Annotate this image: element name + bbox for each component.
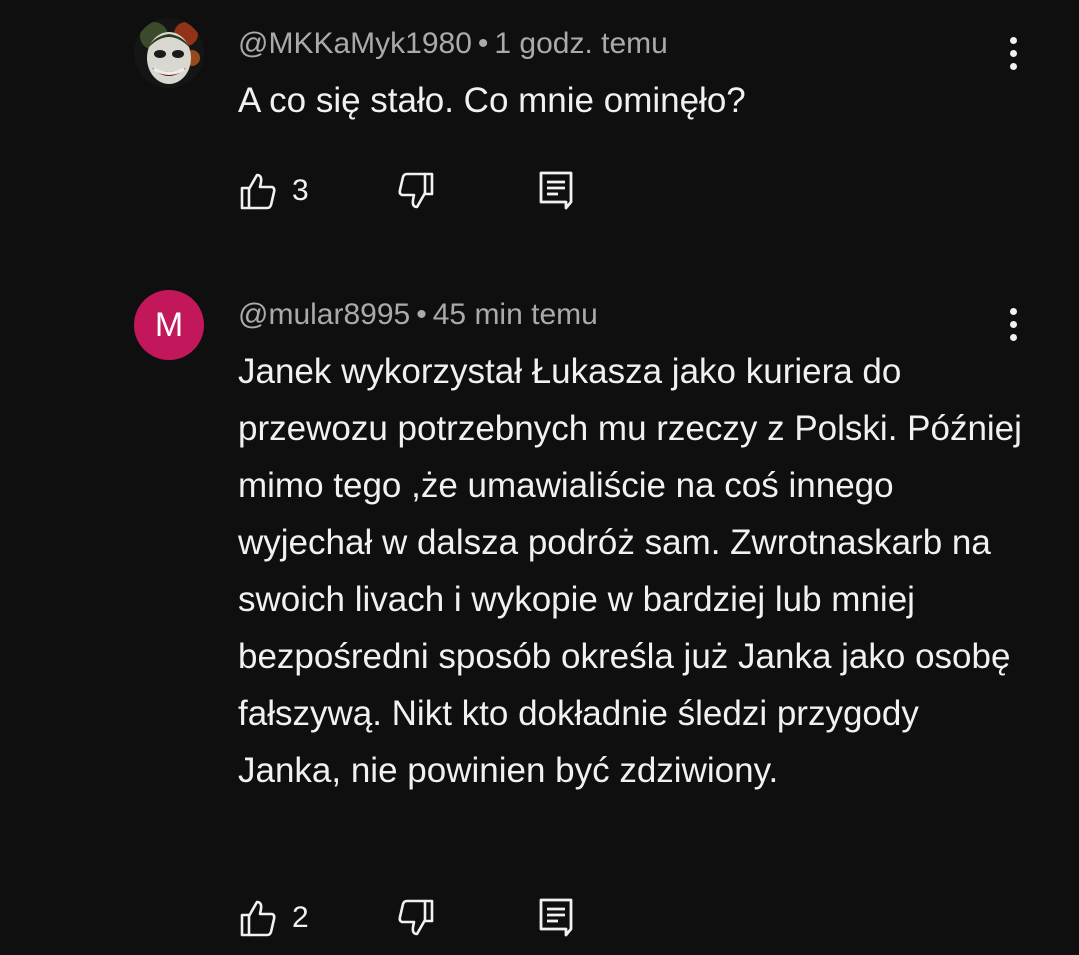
- dot: [1009, 49, 1017, 57]
- meta-separator: •: [477, 27, 489, 60]
- like-count: 3: [292, 174, 309, 207]
- comment-actions: 3: [238, 169, 598, 213]
- comment-time: 45 min temu: [432, 298, 598, 331]
- dislike-button[interactable]: [396, 896, 436, 940]
- dot: [1009, 62, 1017, 70]
- dot: [1009, 36, 1017, 44]
- reply-comment-icon: [539, 171, 573, 210]
- reply-button[interactable]: [538, 169, 576, 213]
- comment-text: A co się stało. Co mnie ominęło?: [238, 81, 746, 120]
- like-button[interactable]: 3: [238, 169, 309, 213]
- joker-face-icon: [134, 18, 204, 88]
- comment-time: 1 godz. temu: [494, 27, 668, 60]
- thumbs-down-icon: [398, 172, 434, 209]
- comment-actions: 2: [238, 896, 598, 940]
- thumbs-up-icon: [240, 900, 276, 937]
- comment-author[interactable]: @mular8995: [238, 298, 410, 331]
- thumbs-down-icon: [398, 899, 434, 936]
- comment-meta: @MKKaMyk1980 • 1 godz. temu: [238, 26, 668, 62]
- comment-author[interactable]: @MKKaMyk1980: [238, 27, 472, 60]
- more-options-button[interactable]: [997, 302, 1029, 346]
- dislike-button[interactable]: [396, 169, 436, 213]
- avatar-letter[interactable]: M: [134, 290, 204, 360]
- like-button[interactable]: 2: [238, 896, 309, 940]
- reply-button[interactable]: [538, 896, 576, 940]
- dot: [1009, 307, 1017, 315]
- avatar-joker[interactable]: [134, 18, 204, 88]
- more-options-button[interactable]: [997, 31, 1029, 75]
- thumbs-up-icon: [240, 173, 276, 210]
- reply-comment-icon: [539, 898, 573, 937]
- dot: [1009, 320, 1017, 328]
- avatar-initial: M: [154, 305, 184, 344]
- meta-separator: •: [416, 298, 427, 331]
- comment-meta: @mular8995 • 45 min temu: [238, 297, 598, 333]
- dot: [1009, 333, 1017, 341]
- comment-text: Janek wykorzystał Łukasza jako kuriera d…: [238, 352, 1022, 790]
- like-count: 2: [292, 901, 309, 934]
